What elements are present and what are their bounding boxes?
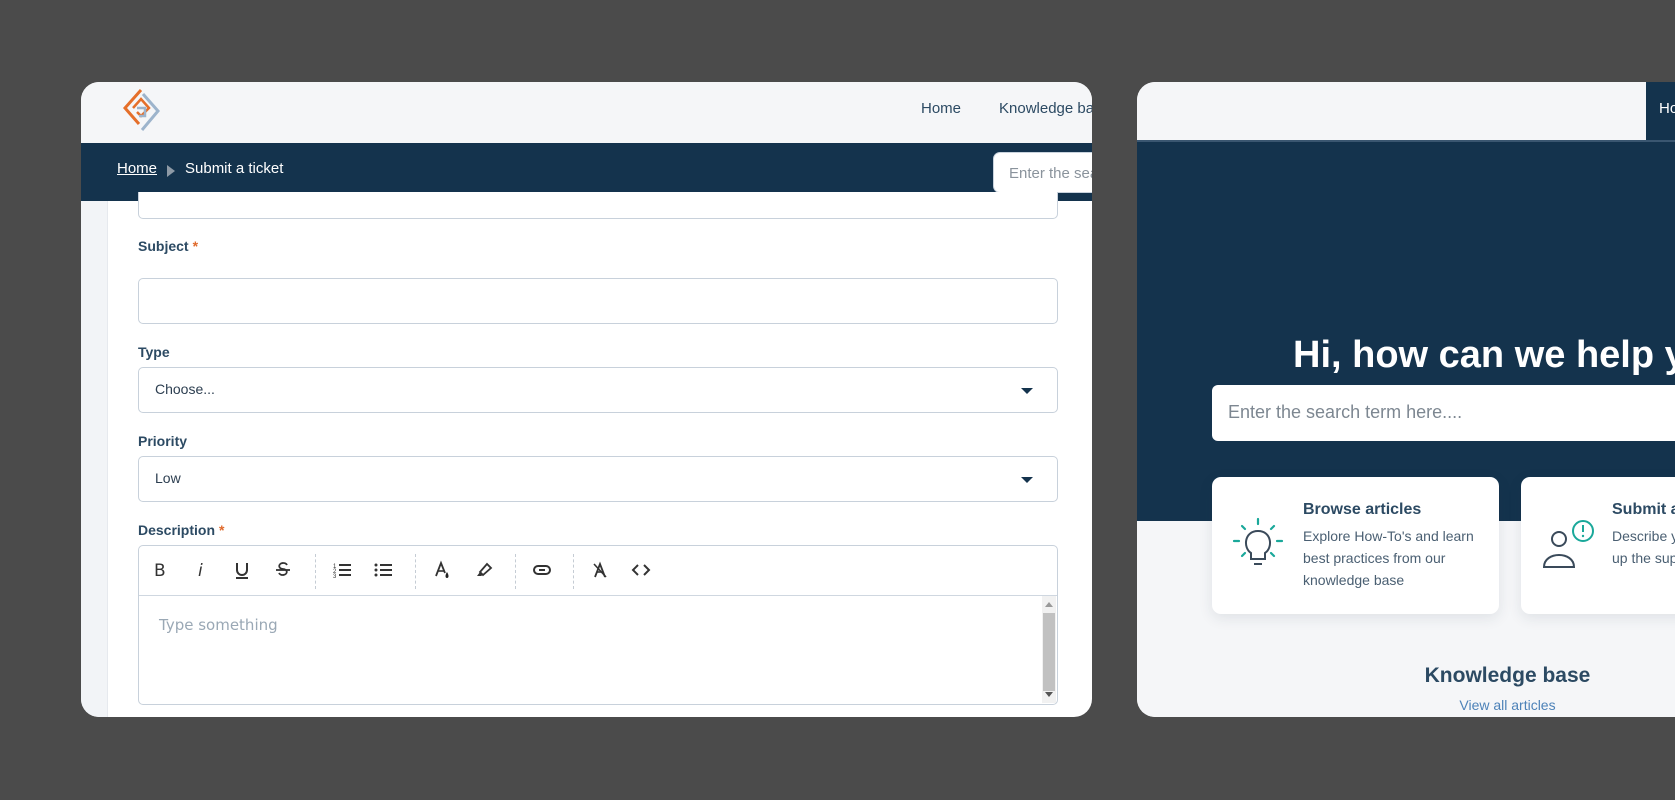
ordered-list-button[interactable]: 123: [329, 558, 355, 582]
italic-icon: i: [198, 561, 203, 580]
priority-label: Priority: [138, 433, 188, 449]
italic-button[interactable]: i: [188, 558, 214, 582]
link-icon: [533, 565, 551, 575]
tile-title: Submit a ticket: [1612, 501, 1675, 518]
scroll-down-icon[interactable]: [1045, 692, 1053, 697]
underline-icon: [236, 563, 248, 579]
submit-ticket-window: Home Knowledge base Home Submit a ticket…: [81, 82, 1092, 717]
type-label: Type: [138, 344, 170, 360]
strikethrough-button[interactable]: [270, 558, 296, 582]
text-color-button[interactable]: [429, 558, 455, 582]
scroll-up-icon[interactable]: [1045, 602, 1053, 607]
browse-articles-tile[interactable]: Browse articles Explore How-To's and lea…: [1212, 477, 1499, 614]
code-icon: [631, 564, 651, 576]
type-select[interactable]: Choose...: [138, 367, 1058, 413]
user-alert-icon: [1542, 520, 1594, 568]
nav-home-link[interactable]: Home: [921, 100, 961, 117]
type-select-value: Choose...: [155, 381, 215, 397]
bullet-list-icon: [374, 563, 392, 577]
nav-knowledge-base-link[interactable]: Knowledge base: [999, 100, 1092, 117]
page-side-margin: [81, 201, 108, 717]
toolbar-divider: [515, 554, 516, 589]
help-center-window: Home Hi, how can we help you? Enter the …: [1137, 82, 1675, 717]
subject-input[interactable]: [138, 278, 1058, 324]
description-placeholder[interactable]: Type something: [159, 616, 278, 634]
priority-select-value: Low: [155, 470, 181, 486]
description-label: Description *: [138, 522, 225, 538]
svg-text:i: i: [198, 561, 203, 580]
text-color-icon: [435, 560, 449, 578]
scrollbar-thumb[interactable]: [1043, 613, 1055, 691]
highlighter-icon: [477, 562, 493, 577]
link-button[interactable]: [529, 558, 555, 582]
breadcrumb-home-link[interactable]: Home: [117, 160, 157, 177]
highlight-button[interactable]: [470, 558, 496, 582]
priority-select[interactable]: Low: [138, 456, 1058, 502]
code-view-button[interactable]: [628, 558, 654, 582]
site-header: Home: [1137, 82, 1675, 142]
description-editor: B i 123 Type something: [138, 545, 1058, 705]
tile-title: Browse articles: [1303, 501, 1422, 518]
nav-home-active[interactable]: Home: [1646, 82, 1675, 140]
lightbulb-icon: [1232, 517, 1284, 565]
required-mark: *: [219, 522, 225, 538]
bullet-list-button[interactable]: [370, 558, 396, 582]
svg-text:3: 3: [333, 574, 337, 580]
toolbar-divider: [315, 554, 316, 589]
clear-format-icon: [593, 561, 607, 578]
editor-toolbar: B i 123: [139, 546, 1057, 596]
hero-title: Hi, how can we help you?: [1293, 334, 1675, 376]
svg-text:B: B: [154, 561, 166, 580]
previous-field-input[interactable]: [138, 192, 1058, 219]
clear-format-button[interactable]: [587, 558, 613, 582]
submit-ticket-tile[interactable]: Submit a ticket Describe your issue and …: [1521, 477, 1675, 614]
knowledge-base-heading: Knowledge base: [1424, 664, 1591, 687]
brand-logo-icon[interactable]: [119, 86, 163, 136]
hero-section: Hi, how can we help you? Enter the searc…: [1137, 142, 1675, 521]
nav-home-link[interactable]: Home: [1659, 100, 1675, 117]
subject-label: Subject *: [138, 238, 199, 254]
editor-scrollbar[interactable]: [1042, 596, 1056, 703]
breadcrumb-separator-icon: [167, 165, 175, 177]
chevron-down-icon: [1021, 388, 1033, 394]
ordered-list-icon: 123: [333, 564, 351, 580]
breadcrumb-current: Submit a ticket: [185, 160, 284, 177]
underline-button[interactable]: [229, 558, 255, 582]
view-all-articles-link[interactable]: View all articles: [1137, 697, 1675, 713]
bold-icon: B: [154, 561, 166, 580]
bold-button[interactable]: B: [147, 558, 173, 582]
tile-description: Explore How-To's and learn best practice…: [1303, 528, 1474, 588]
hero-search-input[interactable]: Enter the search term here....: [1212, 385, 1675, 441]
site-header: Home Knowledge base: [81, 82, 1092, 143]
toolbar-divider: [415, 554, 416, 589]
strikethrough-icon: [276, 562, 290, 576]
toolbar-divider: [573, 554, 574, 589]
chevron-down-icon: [1021, 477, 1033, 483]
tile-description: Describe your issue and fill up the supp…: [1612, 528, 1675, 566]
header-search-input[interactable]: Enter the search term here....: [993, 152, 1092, 193]
required-mark: *: [192, 238, 199, 254]
